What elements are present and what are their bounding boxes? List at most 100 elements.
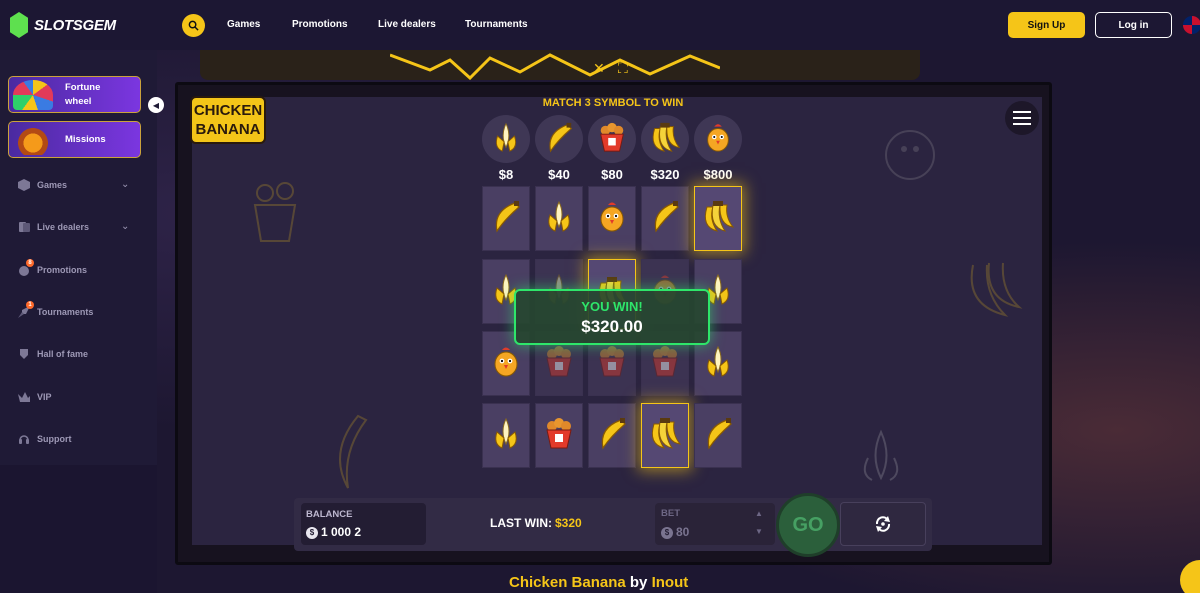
chevron-down-icon[interactable]: ⌄ (121, 179, 129, 190)
chicken-icon (489, 344, 523, 383)
fortune-wheel-label-1: Fortune (65, 81, 101, 93)
grid-cell[interactable] (588, 403, 636, 468)
banana-bunch-icon (648, 416, 682, 455)
sidebar-item-label: Hall of fame (37, 349, 89, 359)
signup-button[interactable]: Sign Up (1008, 12, 1085, 38)
game-menu-button[interactable] (1005, 101, 1039, 135)
chicken-bucket-icon (542, 344, 576, 383)
sidebar-item-support[interactable]: Support (18, 433, 72, 445)
banana-peeled-icon (701, 344, 735, 383)
nav-live-dealers[interactable]: Live dealers (378, 19, 436, 30)
paytable-value: $800 (703, 167, 733, 182)
collapse-sidebar-button[interactable]: ◀ (148, 97, 164, 113)
shield-icon (18, 348, 30, 360)
tournaments-badge: 1 (26, 301, 34, 309)
chevron-up-icon[interactable]: ▲ (755, 505, 763, 523)
chicken-icon (702, 121, 734, 158)
chicken-bucket-icon (542, 416, 576, 455)
paytable-symbol (535, 115, 583, 163)
chicken-outline-icon (885, 130, 935, 180)
language-flag-icon[interactable] (1183, 16, 1200, 34)
banana-single-icon (543, 121, 575, 158)
sidebar-item-vip[interactable]: VIP (18, 391, 52, 403)
paytable-symbol (482, 115, 530, 163)
banana-bunch-icon (649, 121, 681, 158)
dice-icon (18, 179, 30, 191)
banana-bunch-icon (701, 199, 735, 238)
nav-games[interactable]: Games (227, 19, 260, 30)
go-button[interactable]: GO (776, 493, 840, 557)
search-icon (188, 20, 199, 31)
chicken-bucket-icon (596, 121, 628, 158)
balance-value: $1 000 2 (306, 525, 361, 539)
gem-icon (10, 12, 28, 38)
sidebar-item-live-dealers[interactable]: Live dealers (18, 221, 89, 233)
win-popup-title: YOU WIN! (581, 299, 643, 314)
fortune-wheel-icon (13, 79, 53, 110)
fullscreen-icon[interactable]: ⛶ (618, 60, 628, 77)
search-button[interactable] (182, 14, 205, 37)
game-logo-line-1: CHICKEN (193, 102, 263, 119)
chevron-left-icon: ◀ (152, 100, 160, 110)
bet-value: $80 (661, 525, 689, 539)
crown-icon (18, 391, 30, 403)
fortune-wheel-card[interactable]: Fortune wheel (8, 76, 141, 113)
sidebar-item-hall-of-fame[interactable]: Hall of fame (18, 348, 88, 360)
win-popup-amount: $320.00 (581, 317, 643, 336)
banana-single-icon (701, 416, 735, 455)
sidebar-item-label: Live dealers (37, 222, 90, 232)
paytable-symbol (694, 115, 742, 163)
grid-cell[interactable] (694, 403, 742, 468)
grid-cell[interactable] (641, 186, 689, 251)
sidebar-item-games[interactable]: Games (18, 179, 67, 191)
autoplay-button[interactable] (840, 502, 926, 546)
sidebar-item-tournaments[interactable]: 1 Tournaments (18, 301, 94, 318)
banana-single-icon (489, 199, 523, 238)
game-logo-line-2: BANANA (195, 121, 261, 138)
chevron-down-icon[interactable]: ▼ (755, 523, 763, 541)
banana-peeled-icon (490, 121, 522, 158)
sidebar-item-promotions[interactable]: 8 Promotions (18, 259, 88, 276)
promotions-badge: 8 (26, 259, 34, 267)
hamburger-icon (1013, 111, 1031, 113)
banana-peeled-icon (489, 416, 523, 455)
nav-tournaments[interactable]: Tournaments (465, 19, 528, 30)
game-caption: Chicken Banana by Inout (509, 574, 688, 591)
paytable-symbol (641, 115, 689, 163)
grid-cell[interactable] (535, 186, 583, 251)
login-button[interactable]: Log in (1095, 12, 1172, 38)
grid-cell[interactable] (694, 186, 742, 251)
bet-amount: 80 (676, 525, 690, 539)
paytable-value: $80 (601, 167, 623, 182)
grid-cell[interactable] (588, 186, 636, 251)
chicken-icon (595, 199, 629, 238)
sidebar-item-label: Tournaments (37, 307, 94, 317)
chevron-down-icon[interactable]: ⌄ (121, 221, 129, 232)
grid-cell[interactable] (482, 403, 530, 468)
paytable-value: $8 (498, 167, 514, 182)
sidebar-item-label: Games (37, 180, 68, 190)
coin-icon: $ (306, 526, 318, 539)
backdrop-decoration (390, 53, 720, 80)
sidebar-item-label: Promotions (37, 265, 88, 275)
nav-promotions[interactable]: Promotions (292, 19, 348, 30)
rocket-icon: 1 (18, 301, 34, 318)
chicken-bucket-outline-icon (253, 182, 297, 242)
paytable-symbol (588, 115, 636, 163)
last-win-value: $320 (555, 516, 582, 530)
missions-card[interactable]: Missions (8, 121, 141, 158)
game-caption-title: Chicken Banana (509, 574, 626, 591)
grid-cell[interactable] (482, 186, 530, 251)
autoplay-icon (875, 516, 891, 532)
grid-cell[interactable] (641, 403, 689, 468)
close-icon[interactable]: ✕ (593, 60, 605, 77)
logo-text: SLOTSGEM (34, 16, 116, 34)
balance-amount: 1 000 2 (321, 525, 362, 539)
coin-icon: $ (661, 526, 673, 539)
grid-cell[interactable] (535, 403, 583, 468)
site-logo[interactable]: SLOTSGEM (10, 12, 116, 38)
game-caption-provider[interactable]: Inout (652, 574, 689, 591)
banana-outline-icon (339, 414, 368, 489)
bet-stepper[interactable]: ▲ ▼ (755, 505, 763, 541)
fortune-wheel-label-2: wheel (65, 95, 92, 107)
